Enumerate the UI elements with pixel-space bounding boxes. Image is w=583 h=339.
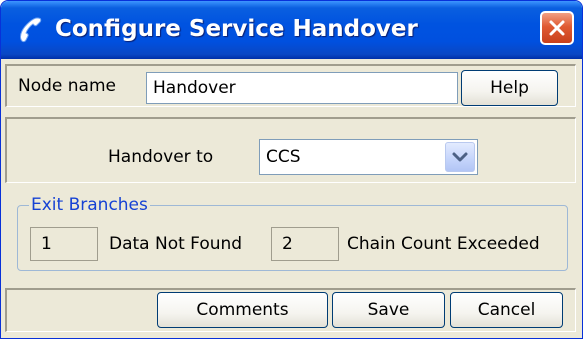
node-name-label: Node name	[18, 76, 116, 96]
close-button[interactable]	[540, 11, 574, 45]
exit-branch-label-1: Data Not Found	[109, 234, 243, 254]
dropdown-button[interactable]	[445, 142, 475, 172]
exit-branch-number-1: 1	[30, 227, 98, 261]
window-title: Configure Service Handover	[55, 16, 418, 42]
save-button[interactable]: Save	[332, 292, 445, 328]
help-button[interactable]: Help	[461, 70, 558, 106]
dialog-body: Node name Handover Help Handover to CCS …	[5, 59, 578, 334]
title-bar[interactable]: Configure Service Handover	[1, 1, 582, 59]
handover-select[interactable]: CCS	[259, 139, 478, 175]
phone-handset-icon	[15, 15, 45, 45]
comments-button[interactable]: Comments	[157, 292, 328, 328]
handover-selected-value: CCS	[266, 147, 301, 167]
handover-to-label: Handover to	[108, 147, 214, 167]
cancel-button[interactable]: Cancel	[450, 292, 563, 328]
exit-branches-legend: Exit Branches	[29, 194, 150, 216]
node-name-input[interactable]: Handover	[146, 72, 458, 104]
dialog-window: Configure Service Handover Node name Han…	[0, 0, 583, 339]
exit-branch-number-2: 2	[271, 227, 339, 261]
exit-branch-label-2: Chain Count Exceeded	[347, 234, 540, 254]
